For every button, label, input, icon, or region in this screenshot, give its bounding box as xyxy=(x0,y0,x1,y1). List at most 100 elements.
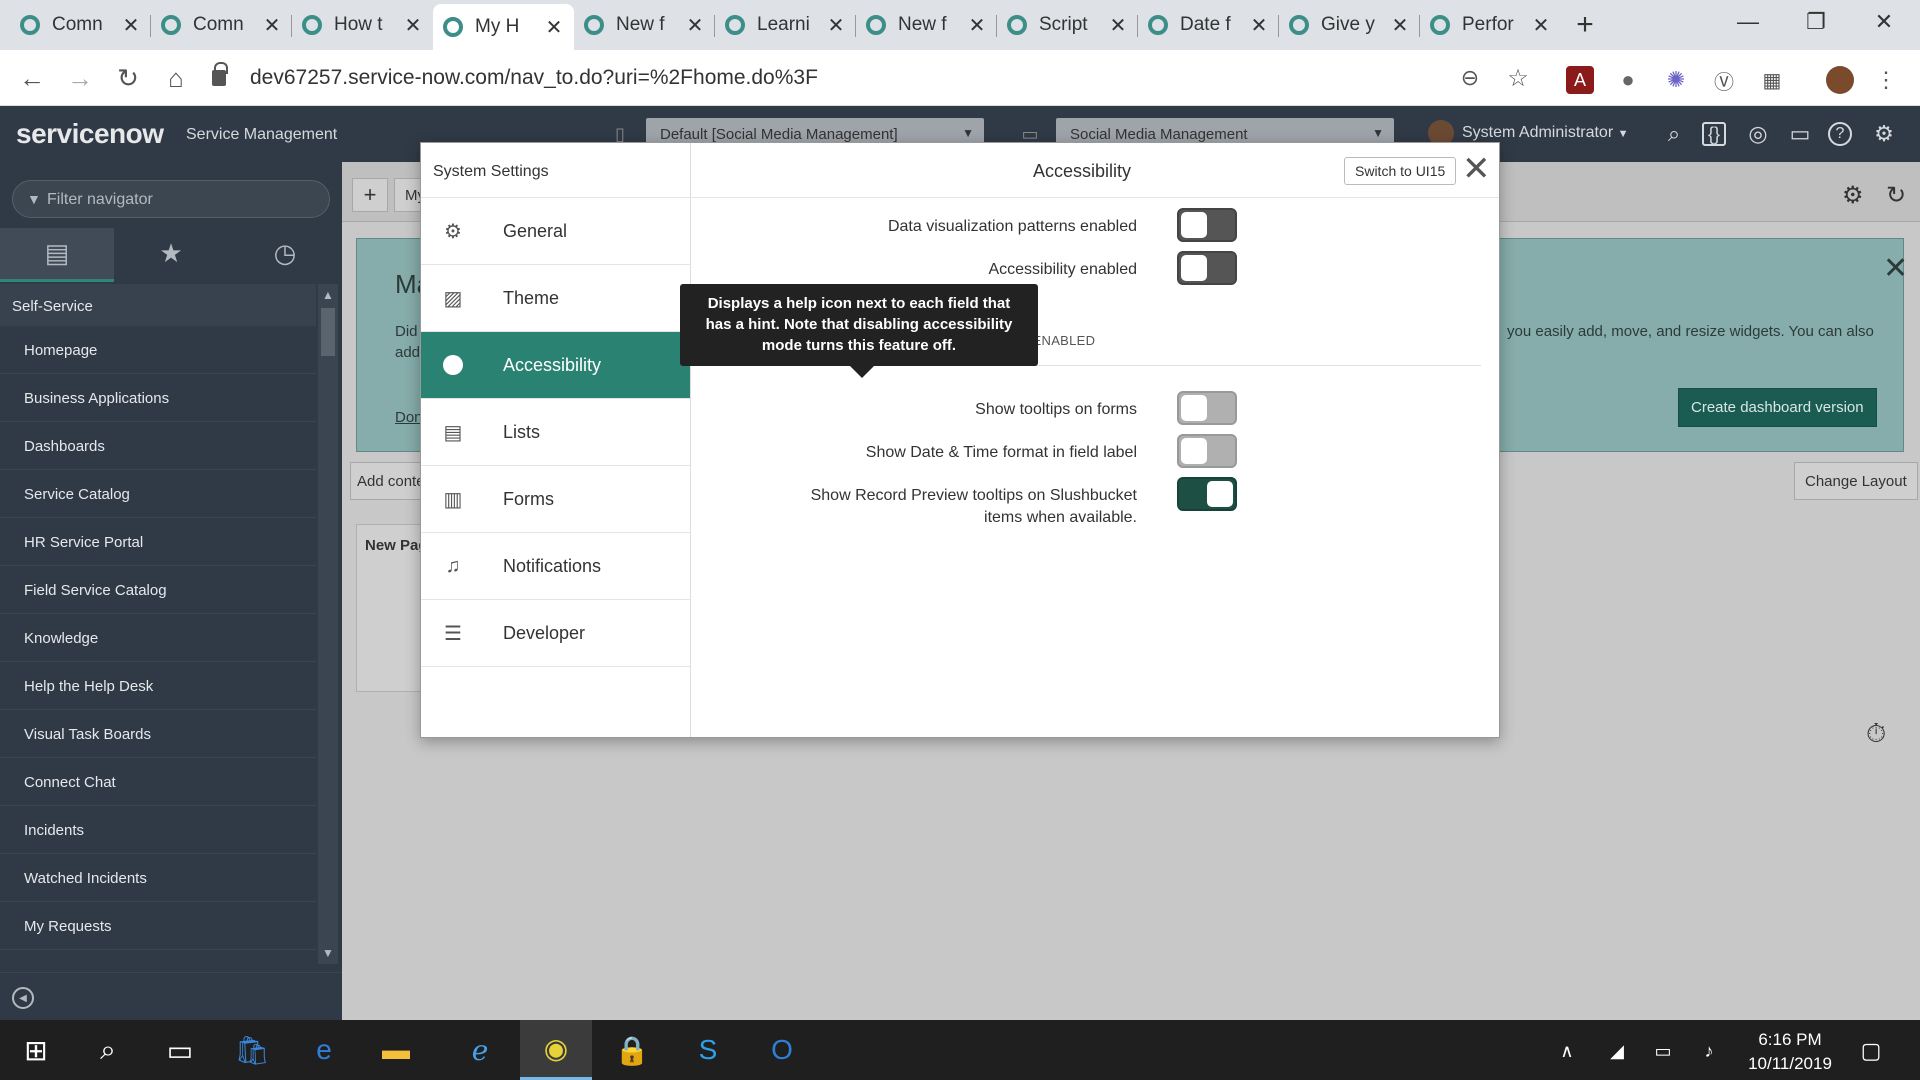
extension-v-icon[interactable]: Ⓥ xyxy=(1710,66,1738,94)
system-clock[interactable]: 6:16 PM 10/11/2019 xyxy=(1730,1028,1850,1076)
nav-item[interactable]: Dashboards xyxy=(0,422,316,470)
chrome-icon[interactable]: ◉ xyxy=(520,1020,592,1080)
change-layout-button[interactable]: Change Layout xyxy=(1794,462,1918,500)
volume-icon[interactable]: ♪ xyxy=(1696,1038,1722,1064)
browser-tab[interactable]: Learni ✕ xyxy=(715,4,856,46)
store-icon[interactable]: 🛍 xyxy=(216,1020,288,1080)
lock-app-icon[interactable]: 🔒 xyxy=(596,1020,668,1080)
navigator-scrollbar[interactable]: ▲ ▼ xyxy=(318,284,338,964)
scrollbar-thumb[interactable] xyxy=(321,308,335,356)
switch-to-ui15-button[interactable]: Switch to UI15 xyxy=(1344,157,1457,185)
pdf-extension-icon[interactable]: A xyxy=(1566,66,1594,94)
extension-gear-icon[interactable]: ✺ xyxy=(1662,66,1690,94)
browser-tab[interactable]: Comn ✕ xyxy=(10,4,151,46)
accessibility-enabled-toggle[interactable] xyxy=(1177,251,1237,285)
nav-item[interactable]: Watched Incidents xyxy=(0,854,316,902)
browser-menu-icon[interactable]: ⋮ xyxy=(1872,66,1900,94)
close-window-icon[interactable]: ✕ xyxy=(1850,0,1918,44)
script-debugger-icon[interactable]: {} xyxy=(1702,122,1726,146)
nav-item[interactable]: Visual Task Boards xyxy=(0,710,316,758)
bookmark-star-icon[interactable]: ☆ xyxy=(1498,58,1538,98)
wifi-icon[interactable]: ◢ xyxy=(1604,1038,1630,1064)
settings-menu-developer[interactable]: ☰ Developer xyxy=(421,600,690,667)
task-view-icon[interactable]: ▭ xyxy=(144,1020,216,1080)
tab-favorites[interactable]: ★ xyxy=(114,228,228,282)
settings-menu-notifications[interactable]: ♫ Notifications xyxy=(421,533,690,600)
nav-item[interactable]: My Requests xyxy=(0,902,316,950)
settings-gear-icon[interactable]: ⚙ xyxy=(1870,120,1898,148)
url-field[interactable]: dev67257.service-now.com/nav_to.do?uri=%… xyxy=(212,58,1472,98)
nav-item[interactable]: Field Service Catalog xyxy=(0,566,316,614)
close-tab-icon[interactable]: ✕ xyxy=(1390,13,1410,38)
settings-menu-forms[interactable]: ▥ Forms xyxy=(421,466,690,533)
data-visualization-patterns-toggle[interactable] xyxy=(1177,208,1237,242)
show-tooltips-on-forms-toggle[interactable] xyxy=(1177,391,1237,425)
profile-avatar[interactable] xyxy=(1826,66,1854,94)
forward-arrow-icon[interactable]: → xyxy=(60,58,100,98)
extension-circle-icon[interactable]: ● xyxy=(1614,66,1642,94)
battery-icon[interactable]: ▭ xyxy=(1650,1038,1676,1064)
zoom-icon[interactable]: ⊖ xyxy=(1450,58,1490,98)
close-tab-icon[interactable]: ✕ xyxy=(967,13,987,38)
help-icon[interactable]: ? xyxy=(1828,122,1852,146)
skype-icon[interactable]: S xyxy=(672,1020,744,1080)
restore-icon[interactable]: ❐ xyxy=(1782,0,1850,44)
browser-tab[interactable]: New f ✕ xyxy=(856,4,997,46)
browser-tab[interactable]: Date f ✕ xyxy=(1138,4,1279,46)
browser-tab[interactable]: Comn ✕ xyxy=(151,4,292,46)
settings-menu-lists[interactable]: ▤ Lists xyxy=(421,399,690,466)
settings-menu-general[interactable]: ⚙ General xyxy=(421,198,690,265)
close-tab-icon[interactable]: ✕ xyxy=(1531,13,1551,38)
banner-link[interactable]: Don xyxy=(395,409,423,426)
close-modal-icon[interactable]: ✕ xyxy=(1462,151,1491,187)
extension-window-icon[interactable]: ▦ xyxy=(1758,66,1786,94)
settings-menu-accessibility[interactable]: Accessibility xyxy=(421,332,690,399)
file-explorer-icon[interactable]: ▬ xyxy=(360,1020,432,1080)
close-tab-icon[interactable]: ✕ xyxy=(403,13,423,38)
refresh-icon[interactable]: ↻ xyxy=(1876,178,1916,212)
scroll-up-icon[interactable]: ▲ xyxy=(322,288,334,302)
tab-all-applications[interactable]: ▤ xyxy=(0,228,114,282)
impersonate-glasses-icon[interactable]: ◎ xyxy=(1744,120,1772,148)
back-arrow-icon[interactable]: ← xyxy=(12,58,52,98)
windows-start-icon[interactable]: ⊞ xyxy=(0,1020,72,1080)
filter-navigator-input[interactable]: ▼ Filter navigator xyxy=(12,180,330,218)
nav-item[interactable]: Help the Help Desk xyxy=(0,662,316,710)
close-tab-icon[interactable]: ✕ xyxy=(685,13,705,38)
user-menu[interactable]: System Administrator ▼ xyxy=(1462,124,1629,142)
servicenow-logo[interactable]: servicenow xyxy=(16,118,164,150)
show-record-preview-tooltips-toggle[interactable] xyxy=(1177,477,1237,511)
browser-tab[interactable]: How t ✕ xyxy=(292,4,433,46)
close-tab-icon[interactable]: ✕ xyxy=(1249,13,1269,38)
outlook-icon[interactable]: O xyxy=(746,1020,818,1080)
nav-item[interactable]: Service Catalog xyxy=(0,470,316,518)
new-tab-button[interactable]: + xyxy=(1561,2,1609,48)
nav-item[interactable]: Incidents xyxy=(0,806,316,854)
close-banner-icon[interactable]: ✕ xyxy=(1883,251,1908,286)
add-homepage-button[interactable]: + xyxy=(352,178,388,212)
browser-tab[interactable]: Script ✕ xyxy=(997,4,1138,46)
tab-history[interactable]: ◷ xyxy=(228,228,342,282)
nav-item[interactable]: Connect Chat xyxy=(0,758,316,806)
show-hidden-icons-icon[interactable]: ∧ xyxy=(1554,1038,1580,1064)
nav-item[interactable]: Business Applications xyxy=(0,374,316,422)
show-date-time-format-toggle[interactable] xyxy=(1177,434,1237,468)
add-content-button[interactable]: Add conte xyxy=(350,462,430,500)
scroll-down-icon[interactable]: ▼ xyxy=(322,946,334,960)
reload-icon[interactable]: ↻ xyxy=(108,58,148,98)
collapse-navigator-icon[interactable]: ◀ xyxy=(12,987,34,1009)
close-tab-icon[interactable]: ✕ xyxy=(1108,13,1128,38)
connect-chat-icon[interactable]: ▭ xyxy=(1786,120,1814,148)
edge-icon[interactable]: e xyxy=(288,1020,360,1080)
nav-item[interactable]: Homepage xyxy=(0,326,316,374)
close-tab-icon[interactable]: ✕ xyxy=(121,13,141,38)
nav-section-self-service[interactable]: Self-Service xyxy=(0,284,316,326)
minimize-icon[interactable]: — xyxy=(1714,0,1782,44)
search-icon[interactable]: ⌕ xyxy=(1660,120,1688,148)
nav-item[interactable]: HR Service Portal xyxy=(0,518,316,566)
stopwatch-icon[interactable]: ⏱ xyxy=(1866,718,1886,750)
browser-tab[interactable]: Perfor ✕ xyxy=(1420,4,1561,46)
notifications-icon[interactable]: ▢ xyxy=(1858,1038,1884,1064)
create-dashboard-version-button[interactable]: Create dashboard version xyxy=(1678,388,1877,427)
homepage-settings-gear-icon[interactable]: ⚙ xyxy=(1832,178,1874,212)
